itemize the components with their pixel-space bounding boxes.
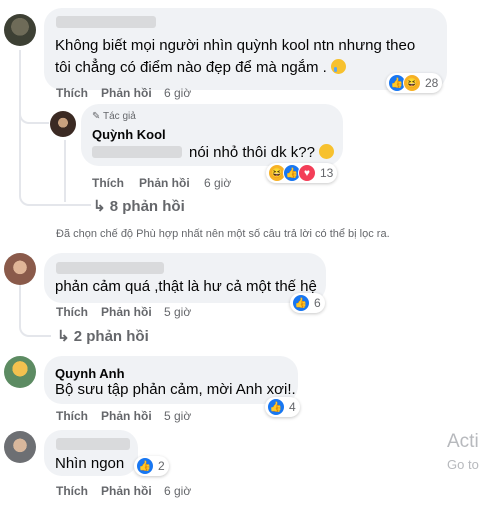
reply-arrow-icon: ↳ <box>93 198 106 215</box>
blurred-author-name <box>56 16 156 28</box>
reaction-summary[interactable]: 😆 👍 ♥ 13 <box>266 163 338 183</box>
author-name[interactable]: Quynh Anh <box>55 366 125 381</box>
timestamp[interactable]: 5 giờ <box>164 305 191 319</box>
timestamp[interactable]: 6 giờ <box>204 176 231 190</box>
timestamp[interactable]: 6 giờ <box>164 484 191 498</box>
like-button[interactable]: Thích <box>56 305 88 319</box>
haha-reaction-icon: 😆 <box>403 74 421 92</box>
reaction-summary[interactable]: 👍 2 <box>134 456 169 476</box>
shushing-face-icon <box>319 144 335 159</box>
activate-windows-watermark: Acti <box>447 431 479 452</box>
reaction-count: 28 <box>425 76 439 90</box>
crying-face-icon <box>331 59 347 74</box>
reply-button[interactable]: Phản hồi <box>139 176 190 190</box>
thread-line <box>19 285 21 315</box>
view-more-replies[interactable]: ↳ 2 phản hồi <box>57 327 149 345</box>
comment-text: Bộ sưu tập phản cảm, mời Anh xơi!. <box>55 381 296 398</box>
avatar[interactable] <box>4 253 36 285</box>
comment-text-line: Không biết mọi người nhìn quỳnh kool ntn… <box>55 37 416 54</box>
like-button[interactable]: Thích <box>56 409 88 423</box>
blurred-author-name <box>56 438 130 450</box>
avatar[interactable] <box>50 111 76 137</box>
like-reaction-icon: 👍 <box>267 398 285 416</box>
like-button[interactable]: Thích <box>56 86 88 100</box>
love-reaction-icon: ♥ <box>298 164 316 182</box>
reaction-count: 2 <box>158 459 165 473</box>
author-name[interactable]: Quỳnh Kool <box>92 127 166 142</box>
reaction-summary[interactable]: 👍 😆 28 <box>386 73 443 93</box>
pencil-icon: ✎ <box>92 111 101 122</box>
activate-windows-watermark-sub: Go to <box>447 457 479 472</box>
comment-text: phản cảm quá ,thật là hư cả một thế hệ <box>55 278 317 295</box>
thread-line <box>64 140 66 202</box>
reply-button[interactable]: Phản hồi <box>101 305 152 319</box>
timestamp[interactable]: 5 giờ <box>164 409 191 423</box>
comment-text-line: tôi chẳng có điểm nào đẹp để mà ngắm . <box>55 58 347 78</box>
avatar[interactable] <box>4 431 36 463</box>
like-button[interactable]: Thích <box>92 176 124 190</box>
reaction-summary[interactable]: 👍 6 <box>290 293 325 313</box>
thread-curve <box>19 180 91 206</box>
like-reaction-icon: 👍 <box>136 457 154 475</box>
reaction-summary[interactable]: 👍 4 <box>265 397 300 417</box>
blurred-author-name <box>56 262 164 274</box>
thread-curve <box>19 110 49 124</box>
author-badge: ✎ Tác giả <box>92 111 136 122</box>
avatar[interactable] <box>4 356 36 388</box>
blurred-mention <box>92 146 182 158</box>
view-more-replies[interactable]: ↳ 8 phản hồi <box>93 197 185 215</box>
reaction-count: 6 <box>314 296 321 310</box>
filter-notice: Đã chọn chế độ Phù hợp nhất nên một số c… <box>56 228 390 240</box>
reply-button[interactable]: Phản hồi <box>101 86 152 100</box>
reply-text: nói nhỏ thôi dk k?? <box>189 143 335 163</box>
like-button[interactable]: Thích <box>56 484 88 498</box>
reply-button[interactable]: Phản hồi <box>101 484 152 498</box>
reaction-count: 13 <box>320 166 334 180</box>
thread-curve <box>19 312 51 337</box>
comment-text: Nhìn ngon <box>55 455 125 472</box>
reply-button[interactable]: Phản hồi <box>101 409 152 423</box>
reply-arrow-icon: ↳ <box>57 328 70 345</box>
like-reaction-icon: 👍 <box>292 294 310 312</box>
avatar[interactable] <box>4 14 36 46</box>
reaction-count: 4 <box>289 400 296 414</box>
timestamp[interactable]: 6 giờ <box>164 86 191 100</box>
